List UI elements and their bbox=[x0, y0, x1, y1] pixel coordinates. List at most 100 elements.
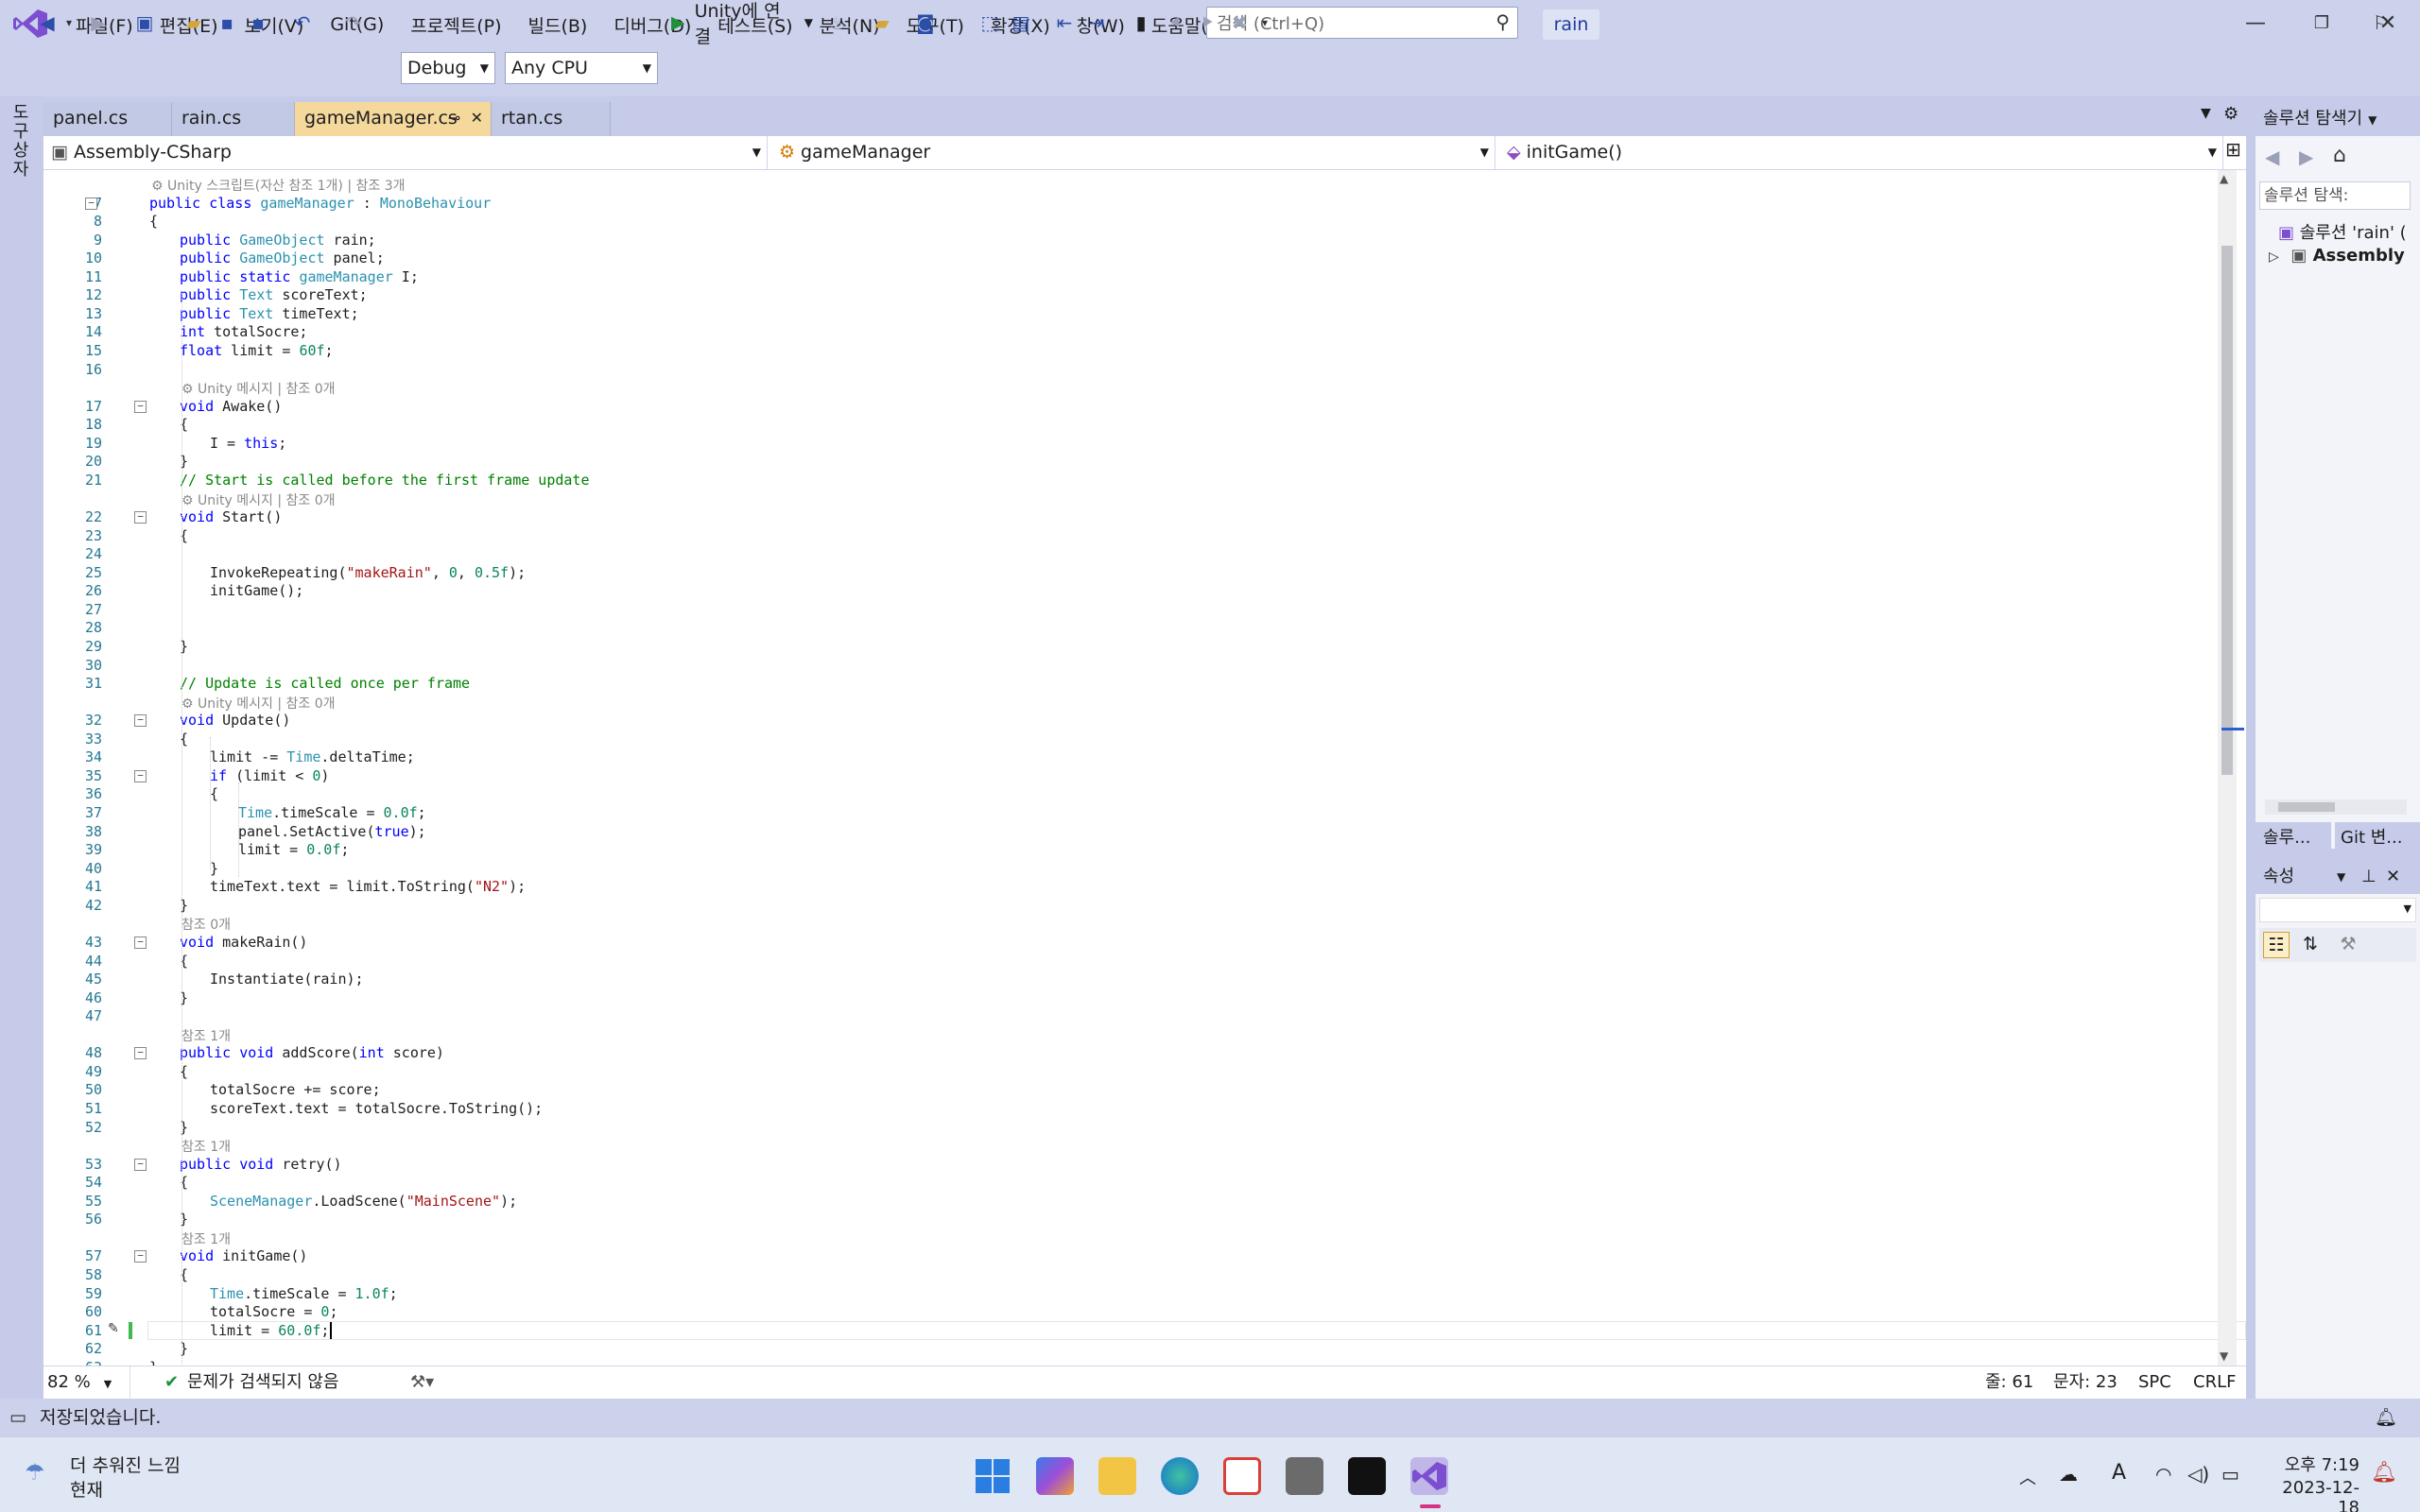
menu-item[interactable]: 빌드(B) bbox=[515, 12, 601, 38]
collapse-icon[interactable]: − bbox=[85, 197, 97, 210]
code-line[interactable]: void Awake() bbox=[180, 398, 282, 415]
tab-solution-explorer[interactable]: 솔루... bbox=[2256, 822, 2331, 854]
sync-app-icon[interactable] bbox=[1223, 1457, 1261, 1495]
code-line[interactable]: public void retry() bbox=[180, 1156, 342, 1173]
collapse-icon[interactable]: − bbox=[134, 511, 147, 524]
code-line[interactable]: void makeRain() bbox=[180, 934, 307, 951]
run-button[interactable]: ▶ Unity에 연결 ▼ bbox=[671, 1, 813, 47]
code-line[interactable]: public Text scoreText; bbox=[180, 286, 368, 303]
clock-date[interactable]: 2023-12-18 bbox=[2265, 1478, 2360, 1512]
project-name-badge[interactable]: rain bbox=[1543, 9, 1599, 40]
file-explorer-icon[interactable] bbox=[1098, 1457, 1136, 1495]
indent-icon[interactable]: ⇥ bbox=[1083, 8, 1110, 38]
collapse-icon[interactable]: − bbox=[134, 714, 147, 728]
code-line[interactable]: public class gameManager : MonoBehaviour bbox=[149, 195, 491, 212]
wifi-icon[interactable]: ◠ bbox=[2155, 1463, 2171, 1486]
code-line[interactable]: public void addScore(int score) bbox=[180, 1044, 444, 1061]
notifications-icon[interactable]: 🔔︎ bbox=[2375, 1399, 2397, 1436]
code-line[interactable]: void initGame() bbox=[180, 1247, 307, 1264]
code-line[interactable]: limit = 60.0f; bbox=[210, 1321, 333, 1339]
code-line[interactable]: // Update is called once per frame bbox=[180, 675, 470, 692]
screenshot-icon[interactable]: ◙ bbox=[911, 8, 940, 38]
tab-list-dropdown-icon[interactable]: ▼ bbox=[2201, 106, 2211, 121]
platform-select[interactable]: Any CPU ▼ bbox=[505, 52, 658, 84]
visual-studio-taskbar-icon[interactable] bbox=[1410, 1457, 1448, 1495]
code-line[interactable]: Instantiate(rain); bbox=[210, 971, 364, 988]
feedback-icon[interactable]: ⚐ bbox=[2367, 8, 2395, 38]
battery-icon[interactable]: ▭ bbox=[2221, 1463, 2239, 1486]
code-line[interactable]: public Text timeText; bbox=[180, 305, 359, 322]
scrollbar-thumb[interactable] bbox=[2221, 246, 2233, 775]
clock-time[interactable]: 오후 7:19 bbox=[2265, 1452, 2360, 1476]
code-line[interactable]: void Start() bbox=[180, 508, 282, 525]
code-line[interactable]: totalSocre = 0; bbox=[210, 1303, 337, 1320]
code-line[interactable]: totalSocre += score; bbox=[210, 1081, 381, 1098]
collapse-icon[interactable]: − bbox=[134, 769, 147, 782]
codelens-reference[interactable]: 참조 1개 bbox=[182, 1229, 231, 1248]
horizontal-scrollbar[interactable] bbox=[2265, 799, 2407, 815]
ime-icon[interactable]: A bbox=[2112, 1461, 2126, 1485]
code-line[interactable]: } bbox=[210, 860, 218, 877]
search-box[interactable]: 검색 (Ctrl+Q) ⚲ bbox=[1206, 7, 1518, 39]
new-project-icon[interactable]: ▣ bbox=[130, 8, 159, 38]
code-line[interactable]: { bbox=[149, 213, 158, 230]
code-line[interactable]: public GameObject rain; bbox=[180, 232, 376, 249]
copilot-pre-icon[interactable] bbox=[1036, 1457, 1074, 1495]
code-line[interactable]: Time.timeScale = 1.0f; bbox=[210, 1285, 398, 1302]
undo-icon[interactable]: ↶ bbox=[289, 8, 316, 38]
redo-icon[interactable]: ↷ bbox=[340, 8, 367, 38]
code-line[interactable]: limit -= Time.deltaTime; bbox=[210, 748, 415, 765]
code-line[interactable]: scoreText.text = totalSocre.ToString(); bbox=[210, 1100, 543, 1117]
code-line[interactable]: // Start is called before the first fram… bbox=[180, 472, 589, 489]
line-indicator[interactable]: 줄: 61 bbox=[1985, 1366, 2033, 1399]
weather-text[interactable]: 더 추워진 느낌 bbox=[70, 1452, 181, 1477]
tab-git-changes[interactable]: Git 변... bbox=[2335, 822, 2420, 854]
code-line[interactable]: I = this; bbox=[210, 435, 286, 452]
code-line[interactable]: timeText.text = limit.ToString("N2"); bbox=[210, 878, 526, 895]
column-indicator[interactable]: 문자: 23 bbox=[2053, 1366, 2118, 1399]
collapse-icon[interactable]: − bbox=[134, 1047, 147, 1060]
back-icon[interactable]: ◀ bbox=[34, 8, 60, 38]
codelens-reference[interactable]: ⚙ Unity 메시지 | 참조 0개 bbox=[182, 490, 336, 509]
prev-bookmark-icon[interactable]: ⯇ bbox=[1163, 8, 1187, 38]
pin-icon[interactable]: ⊸ bbox=[448, 102, 460, 134]
line-ending-indicator[interactable]: CRLF bbox=[2193, 1366, 2236, 1399]
back-dropdown-icon[interactable]: ▾ bbox=[62, 8, 76, 38]
onedrive-icon[interactable]: ☁ bbox=[2059, 1463, 2078, 1486]
solution-node[interactable]: ▣ 솔루션 'rain' ( bbox=[2278, 219, 2407, 244]
scrollbar-thumb[interactable] bbox=[2278, 802, 2335, 812]
chevron-up-icon[interactable]: ︿ bbox=[2019, 1465, 2036, 1489]
properties-object-select[interactable]: ▼ bbox=[2259, 898, 2416, 922]
layout-icon[interactable]: ▤ bbox=[1008, 8, 1034, 38]
settings-icon[interactable]: ⚙ bbox=[2223, 104, 2238, 124]
open-folder-icon[interactable]: ▰ bbox=[180, 8, 208, 38]
code-line[interactable]: } bbox=[149, 1359, 158, 1366]
toolbar-overflow-icon[interactable]: ▾ bbox=[1257, 8, 1272, 38]
restore-icon[interactable]: ❐ bbox=[2303, 9, 2341, 40]
code-cleanup-icon[interactable]: ⚒▾ bbox=[410, 1366, 434, 1399]
tab-gamemanager[interactable]: gameManager.cs ⊸ ✕ bbox=[295, 102, 492, 136]
whitespace-indicator[interactable]: SPC bbox=[2138, 1366, 2171, 1399]
home-icon[interactable]: ⌂ bbox=[2333, 144, 2346, 167]
code-line[interactable]: void Update() bbox=[180, 712, 290, 729]
issues-status[interactable]: 문제가 검색되지 않음 bbox=[187, 1366, 338, 1399]
code-line[interactable]: float limit = 60f; bbox=[180, 342, 334, 359]
code-line[interactable]: public static gameManager I; bbox=[180, 268, 419, 285]
alphabetical-icon[interactable]: ⇅ bbox=[2297, 932, 2324, 958]
outdent-icon[interactable]: ⇤ bbox=[1051, 8, 1078, 38]
scroll-up-icon[interactable]: ▲ bbox=[2220, 172, 2228, 185]
code-line[interactable]: panel.SetActive(true); bbox=[238, 823, 426, 840]
codelens-reference[interactable]: 참조 0개 bbox=[182, 915, 231, 934]
hot-reload-icon[interactable]: ♨ bbox=[826, 8, 849, 38]
weather-subtext[interactable]: 현재 bbox=[70, 1476, 103, 1502]
code-line[interactable]: public GameObject panel; bbox=[180, 249, 385, 266]
volume-icon[interactable]: ◁) bbox=[2187, 1463, 2209, 1486]
notification-bell-icon[interactable]: 🔔︎ bbox=[2371, 1461, 2397, 1485]
close-icon[interactable]: ✕ bbox=[2386, 860, 2400, 894]
bookmark-icon[interactable]: ▮ bbox=[1129, 8, 1153, 38]
tab-rain[interactable]: rain.cs bbox=[172, 102, 295, 136]
edge-browser-icon[interactable] bbox=[1161, 1457, 1199, 1495]
property-pages-icon[interactable]: ⚒ bbox=[2335, 932, 2361, 958]
code-line[interactable]: int totalSocre; bbox=[180, 323, 307, 340]
config-select[interactable]: Debug ▼ bbox=[401, 52, 495, 84]
